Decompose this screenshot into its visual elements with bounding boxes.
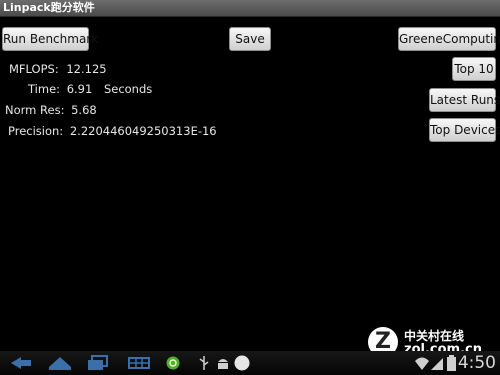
battery-icon [447,355,456,371]
top-devices-button[interactable]: Top Devices [429,118,500,142]
precision-label: Precision: [8,124,64,138]
mflops-label: MFLOPS: [9,62,59,76]
title-bar: Linpack跑分软件 [0,0,500,17]
run-benchmark-button[interactable]: Run Benchmark [2,27,98,51]
usb-icon [199,356,209,370]
time-unit: Seconds [103,82,153,96]
precision-row: Precision: 2.220446049250313E-16 [8,124,217,138]
norm-res-row: Norm Res: 5.68 [5,103,97,117]
mflops-row: MFLOPS: 12.125 [9,62,107,76]
latest-runs-button[interactable]: Latest Runs [429,88,500,112]
notification-app-icon[interactable] [166,356,180,370]
norm-res-value: 5.68 [71,103,97,117]
time-value: 6.91 [66,82,93,96]
menu-grid-icon[interactable] [128,357,150,369]
wifi-icon [415,357,429,370]
mflops-value: 12.125 [66,62,107,76]
precision-value: 2.220446049250313E-16 [69,124,217,138]
home-icon[interactable] [47,354,73,372]
norm-res-label: Norm Res: [5,103,65,117]
sd-card-icon [234,355,250,371]
back-icon[interactable] [8,355,34,371]
top-10-button[interactable]: Top 10 [452,57,496,81]
time-label: Time: [28,82,61,96]
signal-icon [431,358,443,370]
recent-apps-icon[interactable] [87,355,109,371]
system-bar: 4:50 [0,351,500,375]
save-button[interactable]: Save [229,27,271,51]
greene-computing-button[interactable]: GreeneComputing [398,27,500,51]
clock: 4:50 [457,353,496,373]
android-debug-icon [218,359,228,369]
time-row: Time: 6.91 Seconds [28,82,152,96]
window-title: Linpack跑分软件 [3,1,95,14]
